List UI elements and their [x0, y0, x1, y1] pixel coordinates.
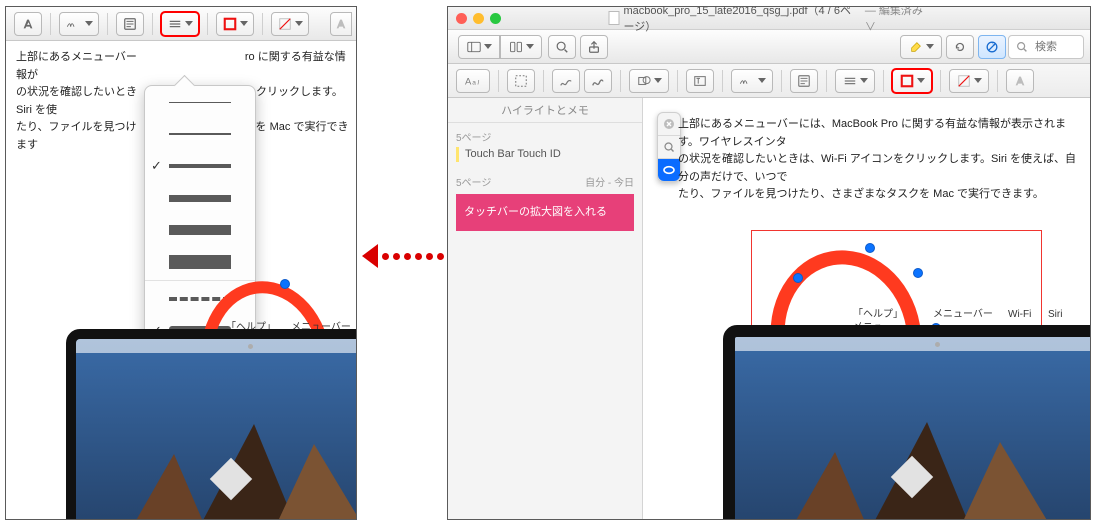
- fill-color-button[interactable]: [271, 12, 309, 36]
- window-titlebar: macbook_pro_15_late2016_qsg_j.pdf（4 / 6ペ…: [448, 7, 1090, 30]
- note-text: Touch Bar Touch ID: [465, 147, 561, 162]
- window-title: macbook_pro_15_late2016_qsg_j.pdf（4 / 6ペ…: [623, 6, 856, 34]
- selection-handle[interactable]: [913, 268, 923, 278]
- sidebar-title: ハイライトとメモ: [448, 98, 642, 123]
- highlights-sidebar: ハイライトとメモ 5ページ Touch Bar Touch ID 5ページ 自分…: [448, 98, 643, 520]
- separator: [940, 70, 941, 92]
- fill-color-button[interactable]: [949, 69, 989, 93]
- markup-toggle-button[interactable]: [978, 35, 1006, 59]
- note-page-label: 5ページ: [456, 129, 491, 144]
- separator: [997, 70, 998, 92]
- separator: [677, 70, 678, 92]
- line-weight-5[interactable]: [145, 214, 255, 246]
- view-mode-button[interactable]: [500, 35, 542, 59]
- document-status[interactable]: — 編集済み ∨: [865, 6, 930, 34]
- callout-siri: Siri: [1048, 309, 1062, 320]
- separator: [152, 13, 153, 35]
- share-button[interactable]: [580, 35, 608, 59]
- sidebar-note-item[interactable]: 5ページ 自分 - 今日: [448, 168, 642, 194]
- separator: [543, 70, 544, 92]
- search-icon: [1015, 40, 1029, 54]
- line-weight-4[interactable]: [145, 182, 255, 214]
- text-size-button[interactable]: AaI: [456, 69, 490, 93]
- left-window: 上部にあるメニューバーro に関する有益な情報が の状況を確認したいときをクリッ…: [5, 6, 357, 520]
- document-content: 上部にあるメニューバーには、MacBook Pro に関する有益な情報が表示され…: [643, 98, 1090, 520]
- highlight-tool-button[interactable]: [900, 35, 942, 59]
- separator: [107, 13, 108, 35]
- note-page-label: 5ページ: [456, 174, 491, 189]
- shapes-button[interactable]: [629, 69, 669, 93]
- line-weight-6[interactable]: [145, 246, 255, 278]
- note-meta: 自分 - 今日: [585, 174, 634, 189]
- line-style-button[interactable]: [161, 12, 199, 36]
- line-weight-3[interactable]: ✓: [145, 150, 255, 182]
- line-style-button[interactable]: [835, 69, 875, 93]
- zoom-button[interactable]: [548, 35, 576, 59]
- separator: [498, 70, 499, 92]
- svg-text:A: A: [465, 76, 472, 87]
- macbook-illustration: [66, 329, 356, 519]
- view-sidebar-button[interactable]: [458, 35, 500, 59]
- svg-text:a: a: [472, 79, 476, 86]
- border-color-button[interactable]: [892, 69, 932, 93]
- sidebar-note-item[interactable]: 5ページ Touch Bar Touch ID: [448, 123, 642, 168]
- separator: [883, 70, 884, 92]
- text-style-button[interactable]: [14, 12, 42, 36]
- signature-button[interactable]: [731, 69, 773, 93]
- sketch-tool-button[interactable]: [552, 69, 580, 93]
- document-icon: [609, 11, 620, 25]
- line-weight-1[interactable]: [145, 86, 255, 118]
- left-document-area: 上部にあるメニューバーro に関する有益な情報が の状況を確認したいときをクリッ…: [6, 41, 356, 519]
- reference-arrow: [362, 236, 442, 276]
- text-box-button[interactable]: [686, 69, 714, 93]
- search-input[interactable]: [1033, 40, 1077, 54]
- note-button[interactable]: [116, 12, 144, 36]
- selection-handle[interactable]: [280, 279, 290, 289]
- search-field[interactable]: [1008, 35, 1084, 59]
- note-color-tab: [456, 147, 459, 162]
- text-format-button[interactable]: [1006, 69, 1034, 93]
- separator: [262, 13, 263, 35]
- window-minimize-button[interactable]: [473, 13, 484, 24]
- window-close-button[interactable]: [456, 13, 467, 24]
- callout-wifi: Wi-Fi: [1008, 309, 1031, 320]
- arrow-head-icon: [362, 244, 378, 268]
- separator: [620, 70, 621, 92]
- text-format-button[interactable]: [330, 12, 352, 36]
- draw-tool-button[interactable]: [584, 69, 612, 93]
- signature-button[interactable]: [59, 12, 99, 36]
- separator: [826, 70, 827, 92]
- rotate-button[interactable]: [946, 35, 974, 59]
- svg-text:I: I: [477, 79, 479, 86]
- border-color-button[interactable]: [216, 12, 254, 36]
- separator: [145, 280, 255, 281]
- markup-toolbar: [6, 7, 356, 41]
- callout-menubar: メニューバー: [933, 309, 993, 320]
- sticky-note[interactable]: タッチバーの拡大図を入れる: [456, 194, 634, 231]
- palette-ellipse-button[interactable]: [658, 158, 680, 181]
- separator: [722, 70, 723, 92]
- checkmark-icon: ✓: [151, 158, 162, 174]
- markup-toolbar: AaI: [448, 64, 1090, 98]
- preview-window: macbook_pro_15_late2016_qsg_j.pdf（4 / 6ペ…: [447, 6, 1091, 520]
- line-weight-2[interactable]: [145, 118, 255, 150]
- selection-handle[interactable]: [865, 243, 875, 253]
- primary-toolbar: [448, 30, 1090, 64]
- separator: [781, 70, 782, 92]
- window-zoom-button[interactable]: [490, 13, 501, 24]
- note-button[interactable]: [790, 69, 818, 93]
- macbook-illustration: [723, 325, 1090, 520]
- selection-tool-button[interactable]: [507, 69, 535, 93]
- separator: [207, 13, 208, 35]
- separator: [50, 13, 51, 35]
- selection-handle[interactable]: [793, 273, 803, 283]
